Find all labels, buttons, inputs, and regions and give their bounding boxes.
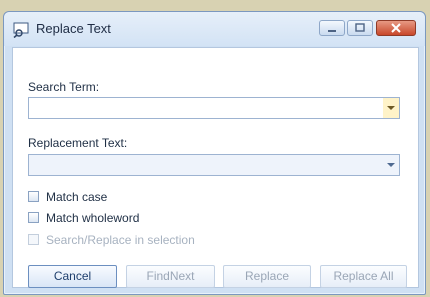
find-replace-icon bbox=[13, 22, 31, 39]
find-next-button[interactable]: FindNext bbox=[126, 265, 215, 288]
match-whole-word-option[interactable]: Match wholeword bbox=[28, 211, 228, 227]
minimize-button[interactable] bbox=[319, 20, 345, 36]
replace-all-button[interactable]: Replace All bbox=[320, 265, 407, 288]
close-icon bbox=[377, 21, 415, 35]
search-in-selection-checkbox bbox=[28, 234, 39, 245]
window-title: Replace Text bbox=[36, 21, 111, 36]
cancel-button[interactable]: Cancel bbox=[28, 265, 117, 288]
chevron-down-icon[interactable] bbox=[383, 98, 399, 118]
title-bar[interactable]: Replace Text bbox=[4, 12, 425, 46]
search-term-combobox[interactable] bbox=[28, 97, 400, 119]
maximize-icon bbox=[348, 21, 372, 35]
search-term-label: Search Term: bbox=[28, 80, 100, 94]
match-whole-word-checkbox[interactable] bbox=[28, 212, 39, 223]
replace-button[interactable]: Replace bbox=[223, 265, 311, 288]
search-in-selection-option: Search/Replace in selection bbox=[28, 233, 268, 249]
replacement-text-combobox[interactable] bbox=[28, 154, 400, 176]
match-case-option[interactable]: Match case bbox=[28, 190, 228, 206]
match-case-checkbox[interactable] bbox=[28, 191, 39, 202]
match-case-label: Match case bbox=[46, 190, 108, 204]
maximize-button[interactable] bbox=[347, 20, 373, 36]
replace-text-dialog: Replace Text Search Term: Replacement Te… bbox=[3, 11, 426, 295]
close-button[interactable] bbox=[376, 20, 416, 36]
replacement-text-label: Replacement Text: bbox=[28, 136, 128, 150]
dialog-body: Search Term: Replacement Text: Match cas… bbox=[12, 47, 419, 288]
chevron-down-icon[interactable] bbox=[383, 155, 399, 175]
search-in-selection-label: Search/Replace in selection bbox=[46, 233, 195, 247]
minimize-icon bbox=[320, 21, 344, 35]
match-whole-word-label: Match wholeword bbox=[46, 211, 140, 225]
